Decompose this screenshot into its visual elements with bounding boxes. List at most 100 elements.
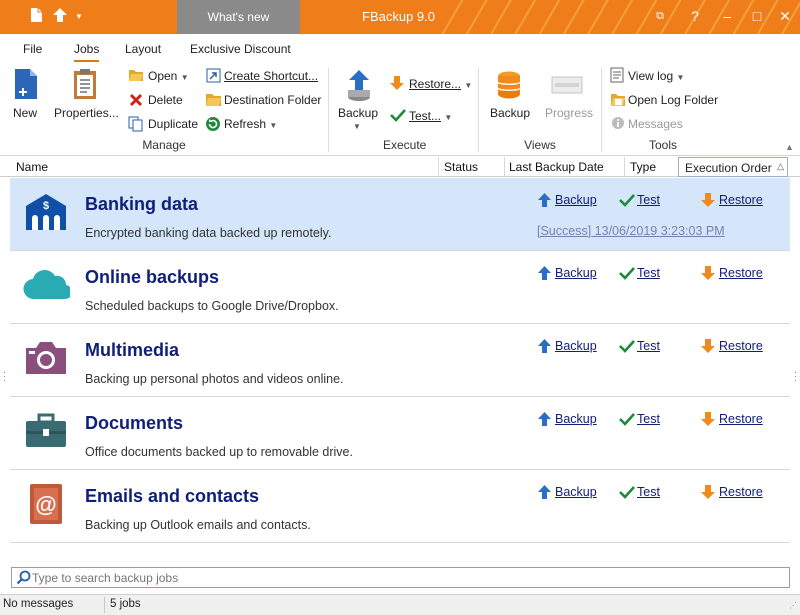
restore-dropdown-icon[interactable]: ▼	[464, 81, 472, 90]
open-log-folder-button[interactable]: Open Log Folder	[628, 93, 718, 107]
new-document-icon[interactable]	[30, 7, 43, 27]
job-row[interactable]: Online backups Scheduled backups to Goog…	[10, 251, 790, 324]
right-splitter-grip[interactable]: · · ·	[794, 368, 797, 385]
column-execution-order[interactable]: Execution Order △	[678, 157, 788, 177]
backup-arrow-icon	[537, 484, 552, 503]
job-title[interactable]: Emails and contacts	[85, 486, 259, 507]
up-arrow-icon[interactable]	[52, 7, 68, 27]
quick-access-dropdown-icon[interactable]: ▼	[75, 8, 83, 26]
backup-dropdown-icon[interactable]: ▼	[353, 122, 361, 131]
job-restore-link[interactable]: Restore	[719, 193, 763, 207]
job-backup-link[interactable]: Backup	[555, 193, 597, 207]
job-row[interactable]: @ Emails and contacts Backing up Outlook…	[10, 470, 790, 543]
restore-layout-icon[interactable]: ⧉	[645, 0, 675, 34]
search-box[interactable]	[11, 567, 790, 588]
backup-view-icon[interactable]	[495, 70, 523, 103]
status-messages[interactable]: No messages	[3, 598, 73, 610]
backup-button[interactable]: Backup	[338, 106, 378, 120]
left-splitter-grip[interactable]: · · ·	[3, 368, 6, 385]
open-dropdown-icon[interactable]: ▼	[181, 73, 189, 82]
test-check-icon	[390, 108, 406, 125]
minimize-icon[interactable]: –	[712, 0, 742, 34]
properties-button[interactable]: Properties...	[54, 106, 119, 120]
column-divider[interactable]	[438, 157, 439, 176]
test-button[interactable]: Test... ▼	[409, 109, 452, 123]
destination-folder-button[interactable]: Destination Folder	[224, 93, 321, 107]
tab-jobs[interactable]: Jobs	[74, 42, 100, 62]
open-log-folder-icon	[610, 92, 626, 110]
column-status[interactable]: Status	[444, 160, 478, 174]
ribbon: New Properties... Open ▼ Delete Duplicat…	[0, 62, 800, 156]
view-log-dropdown-icon[interactable]: ▼	[676, 73, 684, 82]
column-type[interactable]: Type	[630, 160, 656, 174]
column-divider[interactable]	[624, 157, 625, 176]
job-title[interactable]: Documents	[85, 413, 183, 434]
refresh-button[interactable]: Refresh ▼	[224, 117, 277, 131]
open-button[interactable]: Open ▼	[148, 69, 189, 83]
job-backup-link[interactable]: Backup	[555, 485, 597, 499]
destination-folder-icon	[205, 92, 222, 110]
progress-icon	[551, 76, 583, 97]
view-log-icon	[610, 67, 624, 86]
tab-layout[interactable]: Layout	[125, 42, 161, 56]
job-row[interactable]: Documents Office documents backed up to …	[10, 397, 790, 470]
maximize-icon[interactable]: □	[742, 0, 772, 34]
email-book-icon: @	[28, 482, 76, 524]
ribbon-tabs: File Jobs Layout Exclusive Discount	[0, 34, 800, 62]
job-backup-link[interactable]: Backup	[555, 266, 597, 280]
bank-icon: $	[22, 192, 70, 232]
create-shortcut-button[interactable]: Create Shortcut...	[224, 69, 318, 83]
job-restore-link[interactable]: Restore	[719, 485, 763, 499]
tab-file[interactable]: File	[23, 42, 42, 56]
duplicate-button[interactable]: Duplicate	[148, 117, 198, 131]
execution-order-label: Execution Order	[685, 161, 772, 175]
close-icon[interactable]: ✕	[770, 0, 800, 34]
job-row[interactable]: $ Banking data Encrypted banking data ba…	[10, 178, 790, 251]
messages-icon	[611, 116, 625, 133]
test-check-icon	[619, 194, 635, 210]
refresh-dropdown-icon[interactable]: ▼	[269, 121, 277, 130]
whats-new-button[interactable]: What's new	[177, 0, 300, 34]
job-test-link[interactable]: Test	[637, 266, 660, 280]
collapse-ribbon-icon[interactable]: ▲	[785, 142, 794, 152]
job-test-link[interactable]: Test	[637, 193, 660, 207]
job-status[interactable]: [Success] 13/06/2019 3:23:03 PM	[537, 224, 725, 238]
job-test-link[interactable]: Test	[637, 339, 660, 353]
job-backup-link[interactable]: Backup	[555, 339, 597, 353]
resize-grip-icon[interactable]: ⋰	[789, 601, 797, 610]
job-restore-link[interactable]: Restore	[719, 339, 763, 353]
job-title[interactable]: Multimedia	[85, 340, 179, 361]
job-restore-link[interactable]: Restore	[719, 266, 763, 280]
job-title[interactable]: Banking data	[85, 194, 198, 215]
backup-arrow-icon	[537, 411, 552, 430]
restore-button[interactable]: Restore... ▼	[409, 77, 472, 91]
properties-icon[interactable]	[72, 68, 98, 103]
views-backup-button[interactable]: Backup	[490, 106, 530, 120]
new-button[interactable]: New	[13, 106, 37, 120]
new-job-icon[interactable]	[13, 68, 39, 103]
tab-exclusive-discount[interactable]: Exclusive Discount	[190, 42, 291, 56]
job-restore-link[interactable]: Restore	[719, 412, 763, 426]
column-name[interactable]: Name	[16, 160, 48, 174]
restore-arrow-icon	[701, 411, 715, 430]
tools-group-label: Tools	[648, 138, 677, 152]
svg-text:@: @	[35, 492, 56, 517]
job-backup-link[interactable]: Backup	[555, 412, 597, 426]
column-divider[interactable]	[504, 157, 505, 176]
column-last-backup-date[interactable]: Last Backup Date	[509, 160, 604, 174]
job-test-link[interactable]: Test	[637, 485, 660, 499]
job-test-link[interactable]: Test	[637, 412, 660, 426]
backup-upload-icon[interactable]	[345, 68, 373, 105]
test-dropdown-icon[interactable]: ▼	[444, 113, 452, 122]
job-row[interactable]: Multimedia Backing up personal photos an…	[10, 324, 790, 397]
search-input[interactable]	[32, 569, 782, 586]
help-icon[interactable]: ?	[680, 0, 710, 34]
status-bar: No messages 5 jobs ⋰	[0, 594, 800, 615]
search-icon	[16, 570, 31, 588]
messages-button: Messages	[628, 117, 683, 131]
view-log-button[interactable]: View log ▼	[628, 69, 684, 83]
job-description: Scheduled backups to Google Drive/Dropbo…	[85, 299, 339, 313]
job-title[interactable]: Online backups	[85, 267, 219, 288]
restore-label: Restore...	[409, 77, 462, 91]
delete-button[interactable]: Delete	[148, 93, 183, 107]
